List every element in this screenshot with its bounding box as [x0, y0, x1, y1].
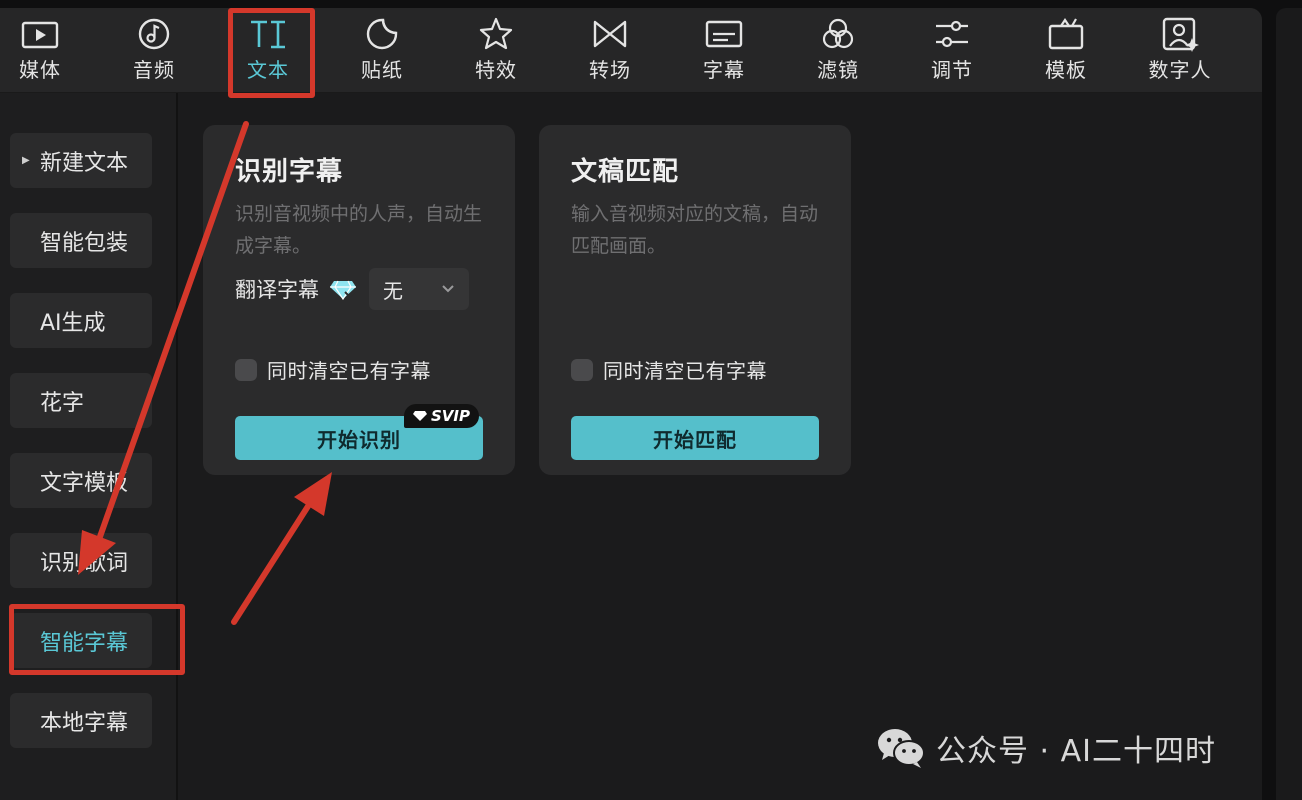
- card-description: 输入音视频对应的文稿，自动匹配画面。: [571, 203, 819, 257]
- toolbar-audio[interactable]: 音频: [114, 16, 194, 86]
- toolbar-label: 调节: [931, 58, 973, 82]
- chevron-down-icon: [442, 285, 454, 293]
- sidebar-item-fancy-text[interactable]: 花字: [10, 373, 152, 428]
- sidebar-item-label: 智能字幕: [40, 630, 129, 656]
- sidebar-item-text-template[interactable]: 文字模板: [10, 453, 152, 508]
- toolbar-label: 媒体: [19, 58, 61, 82]
- filter-circles-icon: [822, 18, 854, 49]
- toolbar-text[interactable]: 文本: [228, 16, 308, 86]
- sidebar-item-label: 新建文本: [40, 150, 129, 176]
- translate-row: 翻译字幕 无: [235, 268, 469, 310]
- adjust-sliders-icon: [936, 20, 968, 48]
- select-value: 无: [383, 278, 403, 303]
- svip-badge: SVIP: [404, 404, 479, 428]
- digital-human-icon: [1162, 17, 1199, 52]
- smart-subtitle-panel: 识别字幕 识别音视频中的人声，自动生成字幕。 翻译字幕 无 同时清空已有字幕 开…: [178, 93, 1262, 800]
- text-ti-icon: [251, 20, 285, 49]
- toolbar-subtitle[interactable]: 字幕: [684, 16, 764, 86]
- sidebar-item-smart-packaging[interactable]: 智能包装: [10, 213, 152, 268]
- translate-label: 翻译字幕: [235, 278, 319, 302]
- sidebar-item-label: 文字模板: [40, 470, 129, 496]
- right-panel-edge: [1276, 8, 1302, 800]
- wechat-icon: [878, 729, 925, 768]
- sticker-icon: [366, 18, 398, 50]
- toolbar-transition[interactable]: 转场: [570, 16, 650, 86]
- clear-existing-subtitles-option[interactable]: 同时清空已有字幕: [571, 355, 767, 384]
- diamond-icon: [413, 411, 427, 421]
- toolbar-template[interactable]: 模板: [1026, 16, 1106, 86]
- audio-note-icon: [138, 18, 170, 50]
- sidebar-item-label: 本地字幕: [40, 710, 129, 736]
- svip-text: SVIP: [431, 407, 470, 425]
- caret-right-icon: ▶: [22, 155, 30, 166]
- toolbar-effects[interactable]: 特效: [456, 16, 536, 86]
- card-title: 文稿匹配: [571, 157, 680, 187]
- sidebar-item-recognize-lyrics[interactable]: 识别歌词: [10, 533, 152, 588]
- wechat-watermark: 公众号 · AI二十四时: [876, 726, 1216, 770]
- toolbar-adjust[interactable]: 调节: [912, 16, 992, 86]
- checkbox-label: 同时清空已有字幕: [603, 359, 767, 383]
- template-icon: [1048, 18, 1084, 50]
- sidebar-item-new-text[interactable]: ▶ 新建文本: [10, 133, 152, 188]
- toolbar-label: 字幕: [703, 58, 745, 82]
- effects-star-icon: [479, 17, 513, 50]
- toolbar-label: 特效: [475, 58, 517, 82]
- top-toolbar: 媒体 音频 文本 贴纸 特效 转场 字幕 滤镜 调节 模板 数字人: [0, 8, 1262, 93]
- toolbar-label: 音频: [133, 58, 175, 82]
- watermark-text: 公众号 · AI二十四时: [936, 734, 1216, 769]
- sidebar-item-local-subtitle[interactable]: 本地字幕: [10, 693, 152, 748]
- sidebar-item-label: AI生成: [40, 310, 106, 336]
- toolbar-filter[interactable]: 滤镜: [798, 16, 878, 86]
- sidebar-item-smart-subtitle[interactable]: 智能字幕: [10, 613, 152, 668]
- clear-existing-checkbox[interactable]: [235, 358, 257, 381]
- card-description: 识别音视频中的人声，自动生成字幕。: [235, 203, 483, 257]
- toolbar-digital-human[interactable]: 数字人: [1140, 16, 1220, 86]
- sidebar-item-label: 智能包装: [40, 230, 129, 256]
- translate-language-select[interactable]: 无: [369, 268, 469, 310]
- sidebar-item-label: 花字: [40, 390, 85, 416]
- toolbar-label: 转场: [589, 58, 631, 82]
- transition-bowtie-icon: [593, 20, 627, 48]
- toolbar-label: 数字人: [1148, 58, 1212, 82]
- toolbar-media[interactable]: 媒体: [0, 16, 80, 86]
- subtitle-icon: [705, 20, 743, 48]
- sidebar-item-ai-generate[interactable]: AI生成: [10, 293, 152, 348]
- clear-existing-subtitles-option[interactable]: 同时清空已有字幕: [235, 355, 431, 384]
- recognize-subtitle-card: 识别字幕 识别音视频中的人声，自动生成字幕。 翻译字幕 无 同时清空已有字幕 开…: [203, 125, 515, 475]
- checkbox-label: 同时清空已有字幕: [267, 359, 431, 383]
- sidebar-item-label: 识别歌词: [40, 550, 129, 576]
- media-icon: [21, 21, 59, 49]
- start-match-button[interactable]: 开始匹配: [571, 416, 819, 460]
- toolbar-sticker[interactable]: 贴纸: [342, 16, 422, 86]
- vip-diamond-icon: [330, 280, 356, 300]
- toolbar-label: 模板: [1045, 58, 1087, 82]
- toolbar-label: 贴纸: [361, 58, 403, 82]
- text-sidebar: ▶ 新建文本 智能包装 AI生成 花字 文字模板 识别歌词 智能字幕 本地字幕: [0, 93, 178, 800]
- card-title: 识别字幕: [235, 157, 344, 187]
- script-match-card: 文稿匹配 输入音视频对应的文稿，自动匹配画面。 同时清空已有字幕 开始匹配: [539, 125, 851, 475]
- toolbar-label: 滤镜: [817, 58, 859, 82]
- editor-app: 媒体 音频 文本 贴纸 特效 转场 字幕 滤镜 调节 模板 数字人 ▶ 新建文本…: [0, 8, 1262, 800]
- clear-existing-checkbox[interactable]: [571, 358, 593, 381]
- toolbar-label: 文本: [247, 58, 289, 82]
